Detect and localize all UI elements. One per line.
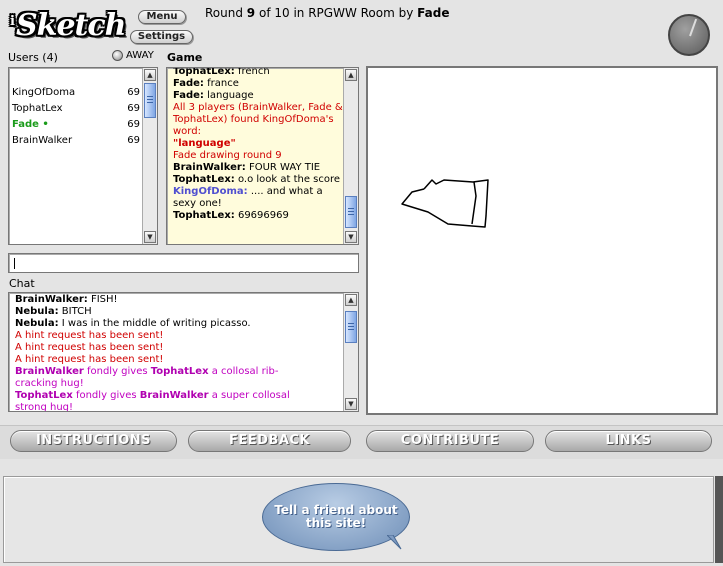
user-row[interactable]: BrainWalker 69 (12, 134, 140, 148)
round-host: Fade (417, 6, 450, 20)
user-score: 69 (127, 135, 140, 146)
chat-input[interactable] (8, 253, 359, 273)
system-message: A hint request has been sent! (15, 342, 164, 353)
round-timer-icon (668, 14, 710, 56)
user-score: 69 (127, 103, 140, 114)
scroll-down-icon[interactable]: ▼ (144, 231, 156, 243)
users-scrollbar[interactable]: ▲ ▼ (142, 68, 157, 244)
round-of-text: of 10 in RPGWW Room by (258, 6, 414, 20)
game-message: TophatLex: 69696969 (173, 210, 289, 221)
game-message: BrainWalker: FOUR WAY TIE (173, 162, 321, 173)
user-score: 69 (127, 87, 140, 98)
text-caret (14, 258, 15, 269)
user-row[interactable]: Fade • 69 (12, 118, 140, 132)
users-list[interactable]: KingOfDoma 69 TophatLex 69 Fade • 69 Bra… (8, 67, 158, 245)
system-message: "language" (173, 138, 236, 149)
scroll-down-icon[interactable]: ▼ (345, 231, 357, 243)
scroll-thumb[interactable] (144, 83, 156, 118)
system-message: All 3 players (BrainWalker, Fade & Topha… (173, 102, 343, 137)
scroll-up-icon[interactable]: ▲ (345, 69, 357, 81)
logo-prefix: i (10, 14, 15, 29)
contribute-button[interactable]: CONTRIBUTE (366, 430, 534, 452)
game-message: TophatLex: o.o look at the score (173, 174, 341, 185)
user-name: KingOfDoma (12, 87, 76, 98)
user-name: TophatLex (12, 103, 63, 114)
logo-text: Sketch (16, 8, 126, 43)
chat-message: BrainWalker: FISH! (15, 294, 118, 305)
feedback-button[interactable]: FEEDBACK (188, 430, 351, 452)
round-info: Round 9 of 10 in RPGWW Room by Fade (205, 6, 449, 20)
user-row[interactable]: TophatLex 69 (12, 102, 140, 116)
scroll-thumb[interactable] (345, 311, 357, 343)
links-button[interactable]: LINKS (545, 430, 712, 452)
away-toggle[interactable]: AWAY (112, 50, 154, 61)
scroll-up-icon[interactable]: ▲ (144, 69, 156, 81)
system-message: A hint request has been sent! (15, 354, 164, 365)
chat-header: Chat (9, 277, 35, 290)
users-header: Users (4) (8, 51, 58, 64)
user-score: 69 (127, 119, 140, 130)
game-scrollbar[interactable]: ▲ ▼ (343, 68, 358, 244)
instructions-button[interactable]: INSTRUCTIONS (10, 430, 177, 452)
round-prefix: Round (205, 6, 243, 20)
footer-edge (715, 476, 723, 563)
timer-hand (689, 18, 698, 37)
away-label: AWAY (126, 50, 154, 61)
sketch-drawing (401, 179, 489, 228)
game-message: Fade: france (173, 78, 239, 89)
chat-message: Nebula: BITCH (15, 306, 92, 317)
drawing-canvas[interactable] (366, 66, 718, 415)
round-number: 9 (246, 6, 256, 20)
system-message: Fade drawing round 9 (173, 150, 282, 161)
speech-tail-icon (387, 535, 402, 550)
scroll-up-icon[interactable]: ▲ (345, 294, 357, 306)
tell-a-friend-label: Tell a friend about this site! (274, 503, 398, 530)
system-message: A hint request has been sent! (15, 330, 164, 341)
user-row[interactable]: KingOfDoma 69 (12, 86, 140, 100)
scroll-down-icon[interactable]: ▼ (345, 398, 357, 410)
scroll-thumb[interactable] (345, 196, 357, 228)
away-radio-icon[interactable] (112, 50, 123, 61)
game-log[interactable]: TophatLex: french Fade: france Fade: lan… (166, 67, 359, 245)
menu-button[interactable]: Menu (138, 10, 186, 24)
chat-log[interactable]: BrainWalker: FISH! Nebula: BITCH Nebula:… (8, 292, 359, 412)
user-name: BrainWalker (12, 135, 73, 146)
game-message: TophatLex: french (173, 67, 270, 77)
game-message: Fade: language (173, 90, 254, 101)
game-header: Game (167, 51, 203, 64)
hug-message: BrainWalker fondly gives TophatLex a col… (15, 366, 279, 389)
game-message: KingOfDoma: .... and what a sexy one! (173, 186, 323, 209)
user-name-active: Fade • (12, 119, 49, 130)
hug-message: TophatLex fondly gives BrainWalker a sup… (15, 390, 290, 412)
chat-scrollbar[interactable]: ▲ ▼ (343, 293, 358, 411)
settings-button[interactable]: Settings (130, 30, 193, 44)
sketch-logo: i Sketch (8, 6, 126, 46)
chat-message: Nebula: I was in the middle of writing p… (15, 318, 251, 329)
